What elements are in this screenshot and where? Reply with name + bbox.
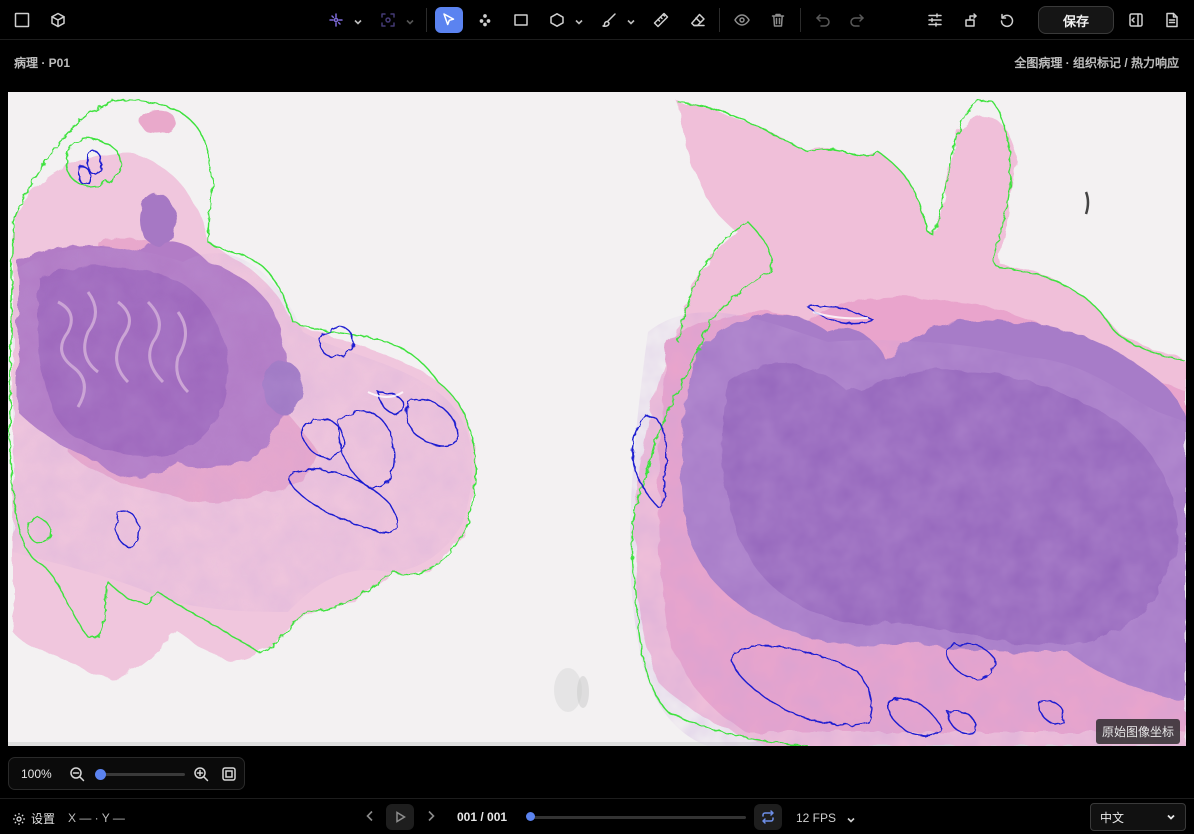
view-mode-label: 全图病理 · 组织标记 / 热力响应 [1014, 56, 1179, 70]
coordinate-system-label: 原始图像坐标 [1095, 719, 1180, 744]
frame-counter: 001 / 001 [457, 810, 508, 824]
redo-icon[interactable] [847, 7, 867, 33]
cursor-coordinates: X — · Y — [68, 811, 125, 825]
document-icon[interactable] [1162, 7, 1182, 33]
pathology-slide-image [8, 92, 1186, 746]
chevron-down-icon[interactable] [353, 14, 363, 25]
toolbar-divider [426, 8, 427, 32]
zoom-out-icon[interactable] [69, 766, 85, 782]
share-icon[interactable] [961, 7, 981, 33]
ai-sparkle-icon[interactable] [326, 7, 346, 33]
play-icon [396, 811, 406, 823]
point-tool-icon[interactable] [475, 7, 495, 33]
zoom-control: 100% [8, 757, 245, 790]
eraser-tool-icon[interactable] [688, 7, 708, 33]
timeline-thumb[interactable] [526, 812, 535, 821]
ruler-tool-icon[interactable] [651, 7, 671, 33]
slide-image-viewer[interactable]: 原始图像坐标 [8, 92, 1186, 746]
loop-button[interactable] [754, 804, 782, 830]
chevron-down-icon [1167, 814, 1175, 820]
loop-icon [762, 810, 774, 824]
fit-to-screen-icon[interactable] [221, 766, 237, 782]
toolbar-divider [800, 8, 801, 32]
bottom-bar: 设置 X — · Y — 001 / 001 12 FPS 中文 [0, 798, 1194, 834]
cube-icon[interactable] [48, 7, 68, 33]
timeline-track[interactable] [530, 816, 746, 819]
select-pointer-icon[interactable] [435, 7, 463, 33]
trash-icon[interactable] [768, 7, 788, 33]
chevron-down-icon[interactable] [846, 812, 856, 823]
save-button[interactable]: 保存 [1038, 6, 1114, 34]
zoom-slider-thumb[interactable] [95, 769, 106, 780]
sliders-icon[interactable] [925, 7, 945, 33]
fps-select[interactable]: 12 FPS [796, 811, 836, 825]
polygon-tool-icon[interactable] [547, 7, 567, 33]
play-button[interactable] [386, 804, 414, 830]
chevron-down-icon[interactable] [405, 14, 415, 25]
zoom-in-icon[interactable] [193, 766, 209, 782]
settings-button[interactable]: 设置 [12, 810, 55, 827]
chevron-down-icon[interactable] [574, 14, 584, 25]
layout-square-icon[interactable] [12, 7, 32, 33]
zoom-percent: 100% [21, 767, 52, 781]
chevron-down-icon[interactable] [626, 14, 636, 25]
brush-tool-icon[interactable] [599, 7, 619, 33]
undo-icon[interactable] [813, 7, 833, 33]
top-toolbar: 保存 [0, 0, 1194, 40]
toolbar-divider [719, 8, 720, 32]
zoom-slider-track[interactable] [101, 773, 185, 776]
previous-frame-icon[interactable] [363, 809, 377, 823]
rectangle-tool-icon[interactable] [511, 7, 531, 33]
language-select[interactable]: 中文 [1090, 803, 1186, 831]
settings-label: 设置 [31, 812, 56, 826]
sidebar-toggle-icon[interactable] [1126, 7, 1146, 33]
eye-icon[interactable] [732, 7, 752, 33]
language-value: 中文 [1100, 810, 1125, 825]
refresh-icon[interactable] [997, 7, 1017, 33]
next-frame-icon[interactable] [424, 809, 438, 823]
case-label: 病理 · P01 [14, 56, 71, 70]
gear-icon [13, 812, 25, 825]
ai-scan-icon[interactable] [378, 7, 398, 33]
